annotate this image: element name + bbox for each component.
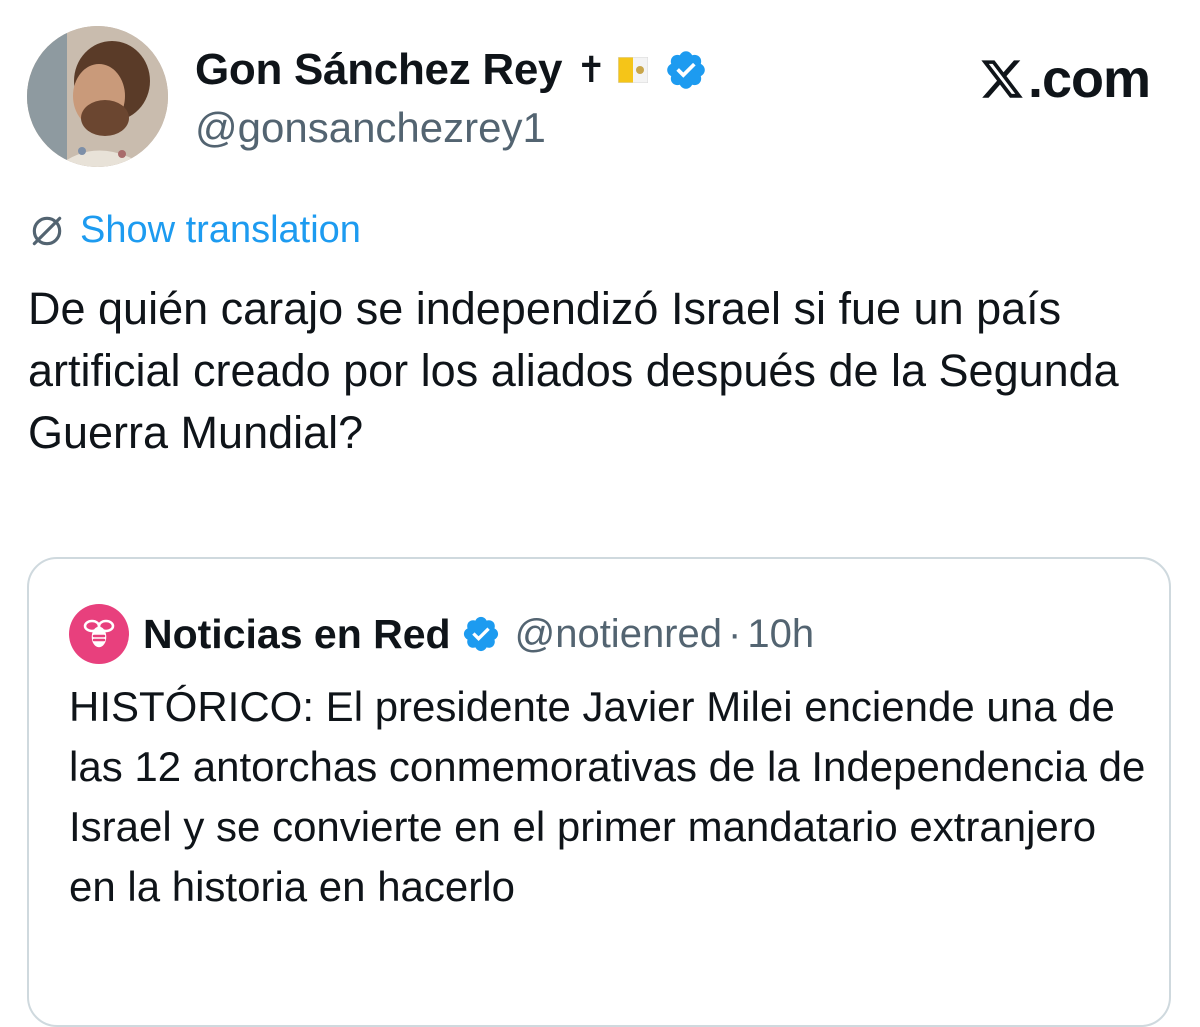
quoted-handle[interactable]: @notienred: [515, 612, 722, 657]
avatar-photo: [27, 26, 168, 167]
show-translation-label: Show translation: [80, 209, 361, 251]
quoted-timestamp[interactable]: 10h: [747, 612, 814, 657]
author-name-row: Gon Sánchez Rey ✝: [195, 44, 708, 96]
quoted-verified-badge-icon: [463, 616, 498, 652]
translate-globe-icon: [32, 216, 62, 245]
quoted-author-avatar[interactable]: [69, 604, 129, 664]
author-display-name[interactable]: Gon Sánchez Rey: [195, 45, 562, 95]
author-avatar[interactable]: [27, 26, 168, 167]
quoted-display-name[interactable]: Noticias en Red: [143, 611, 451, 658]
quoted-tweet-card[interactable]: Noticias en Red @notienred · 10h HISTÓRI…: [27, 557, 1171, 1027]
quoted-tweet-header: Noticias en Red @notienred · 10h: [69, 604, 814, 664]
tweet-text: De quién carajo se independizó Israel si…: [28, 283, 1119, 458]
site-domain-label: .com: [1027, 49, 1151, 109]
show-translation-button[interactable]: Show translation: [28, 209, 361, 252]
author-handle[interactable]: @gonsanchezrey1: [195, 104, 546, 152]
quoted-tweet-text: HISTÓRICO: El presidente Javier Milei en…: [69, 683, 1146, 910]
vatican-flag-icon: [618, 57, 649, 83]
x-com-logo: .com: [978, 48, 1151, 110]
verified-badge-icon: [667, 51, 706, 89]
bee-logo-icon: [83, 619, 115, 648]
quoted-separator: ·: [728, 611, 742, 656]
x-logo-icon: [981, 60, 1023, 98]
cross-emoji-icon: ✝: [576, 49, 607, 90]
